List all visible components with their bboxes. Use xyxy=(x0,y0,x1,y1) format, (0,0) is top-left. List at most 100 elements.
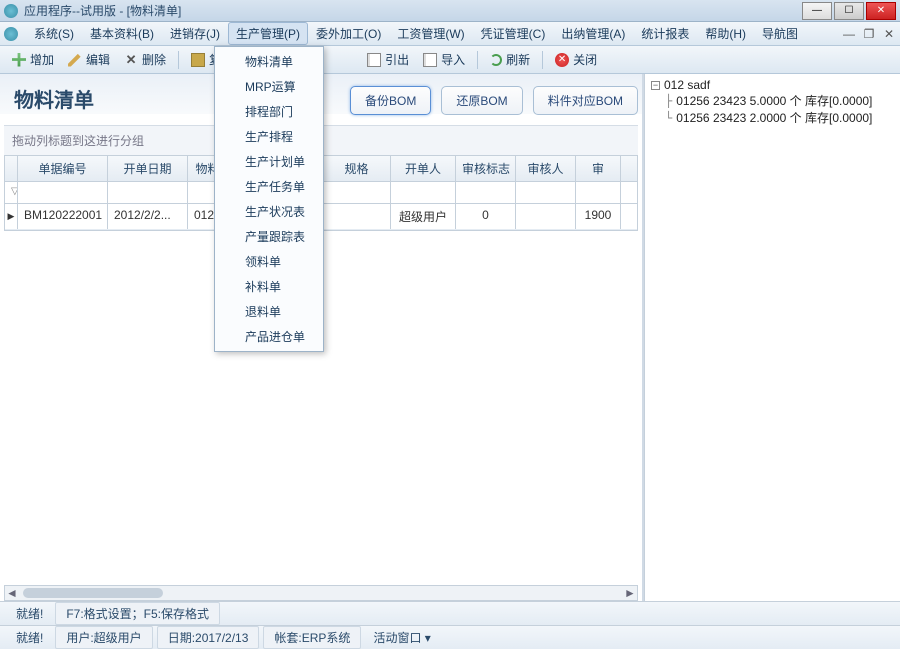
plus-icon xyxy=(12,53,26,67)
restore-bom-button[interactable]: 还原BOM xyxy=(441,86,522,115)
dd-schedule-dept[interactable]: 排程部门 xyxy=(215,99,323,124)
filter-icon[interactable]: ▽ xyxy=(5,182,18,203)
status-user: 用户:超级用户 xyxy=(55,626,152,649)
menu-wage[interactable]: 工资管理(W) xyxy=(389,22,472,45)
bom-button-row: 备份BOM 还原BOM 料件对应BOM xyxy=(350,86,638,115)
backup-bom-button[interactable]: 备份BOM xyxy=(350,86,431,115)
export-button[interactable]: 引出 xyxy=(361,48,415,71)
menu-help[interactable]: 帮助(H) xyxy=(697,22,754,45)
dd-bom[interactable]: 物料清单 xyxy=(215,49,323,74)
toolbar: 增加 编辑 ✕删除 复制 引出 导入 刷新 ✕关闭 xyxy=(0,46,900,74)
dd-replenish[interactable]: 补料单 xyxy=(215,274,323,299)
import-label: 导入 xyxy=(441,51,465,68)
add-label: 增加 xyxy=(30,51,54,68)
menu-cashier[interactable]: 出纳管理(A) xyxy=(553,22,633,45)
menu-nav[interactable]: 导航图 xyxy=(754,22,806,45)
scroll-left-icon[interactable]: ◄ xyxy=(5,586,19,600)
scroll-right-icon[interactable]: ► xyxy=(623,586,637,600)
dd-yield-track[interactable]: 产量跟踪表 xyxy=(215,224,323,249)
col-auditor[interactable]: 审核人 xyxy=(516,156,576,181)
app-icon xyxy=(4,4,18,18)
tree-root[interactable]: − 012 sadf xyxy=(651,78,894,92)
cell-date: 2012/2/2... xyxy=(108,204,188,229)
menu-production[interactable]: 生产管理(P) xyxy=(228,22,308,45)
dd-picking[interactable]: 领料单 xyxy=(215,249,323,274)
dd-prod-status[interactable]: 生产状况表 xyxy=(215,199,323,224)
cell-auditor xyxy=(516,204,576,229)
col-spec[interactable]: 规格 xyxy=(323,156,391,181)
mdi-restore-icon[interactable]: ❐ xyxy=(862,27,876,41)
tree-item[interactable]: ├ 01256 23423 5.0000 个 库存[0.0000] xyxy=(651,92,894,109)
status-ready: 就绪! xyxy=(8,603,51,624)
mdi-close-icon[interactable]: ✕ xyxy=(882,27,896,41)
filter-audit[interactable] xyxy=(576,182,621,203)
menu-voucher[interactable]: 凭证管理(C) xyxy=(473,22,554,45)
menu-outsource[interactable]: 委外加工(O) xyxy=(308,22,389,45)
page-icon xyxy=(423,53,437,67)
restore-button[interactable]: ☐ xyxy=(834,2,864,20)
toolbar-separator xyxy=(542,51,543,69)
tree-connector-icon: ├ xyxy=(665,94,672,108)
content-area: 物料清单 备份BOM 还原BOM 料件对应BOM 拖动列标题到这进行分组 单据编… xyxy=(0,74,900,601)
filter-spec[interactable] xyxy=(323,182,391,203)
tree-pane: − 012 sadf ├ 01256 23423 5.0000 个 库存[0.0… xyxy=(644,74,900,601)
delete-button[interactable]: ✕ 删除 xyxy=(118,48,172,71)
minimize-button[interactable]: — xyxy=(802,2,832,20)
dd-prod-task[interactable]: 生产任务单 xyxy=(215,174,323,199)
filter-auditor[interactable] xyxy=(516,182,576,203)
menu-basic-data[interactable]: 基本资料(B) xyxy=(82,22,162,45)
refresh-button[interactable]: 刷新 xyxy=(484,48,536,71)
edit-label: 编辑 xyxy=(86,51,110,68)
delete-label: 删除 xyxy=(142,51,166,68)
menu-reports[interactable]: 统计报表 xyxy=(633,22,697,45)
menu-inventory[interactable]: 进销存(J) xyxy=(162,22,228,45)
close-tool-button[interactable]: ✕关闭 xyxy=(549,48,603,71)
close-label: 关闭 xyxy=(573,51,597,68)
dd-prod-schedule[interactable]: 生产排程 xyxy=(215,124,323,149)
status-date: 日期:2017/2/13 xyxy=(157,626,260,649)
menu-icon xyxy=(4,27,18,41)
horizontal-scrollbar[interactable]: ◄ ► xyxy=(4,585,638,601)
col-bill-no[interactable]: 单据编号 xyxy=(18,156,108,181)
cell-audit-flag: 0 xyxy=(456,204,516,229)
tree-item-label: 01256 23423 2.0000 个 库存[0.0000] xyxy=(676,109,872,126)
row-handle-header xyxy=(5,156,18,181)
close-button[interactable]: ✕ xyxy=(866,2,896,20)
toolbar-separator xyxy=(477,51,478,69)
col-date[interactable]: 开单日期 xyxy=(108,156,188,181)
scroll-thumb[interactable] xyxy=(23,588,163,598)
filter-audit-flag[interactable] xyxy=(456,182,516,203)
import-button[interactable]: 导入 xyxy=(417,48,471,71)
dd-prod-plan[interactable]: 生产计划单 xyxy=(215,149,323,174)
match-bom-button[interactable]: 料件对应BOM xyxy=(533,86,638,115)
add-button[interactable]: 增加 xyxy=(6,48,60,71)
tree-item-label: 01256 23423 5.0000 个 库存[0.0000] xyxy=(676,92,872,109)
tree-item[interactable]: └ 01256 23423 2.0000 个 库存[0.0000] xyxy=(651,109,894,126)
edit-button[interactable]: 编辑 xyxy=(62,48,116,71)
status-ready-2: 就绪! xyxy=(8,627,51,648)
export-label: 引出 xyxy=(385,51,409,68)
cell-creator: 超级用户 xyxy=(391,204,456,229)
status-hint: F7:格式设置；F5:保存格式 xyxy=(55,602,220,625)
col-audit-flag[interactable]: 审核标志 xyxy=(456,156,516,181)
mdi-controls: — ❐ ✕ xyxy=(842,27,896,41)
dd-mrp[interactable]: MRP运算 xyxy=(215,74,323,99)
status-bars: 就绪! F7:格式设置；F5:保存格式 就绪! 用户:超级用户 日期:2017/… xyxy=(0,601,900,649)
collapse-icon[interactable]: − xyxy=(651,81,660,90)
status-account: 帐套:ERP系统 xyxy=(263,626,361,649)
status-bar-upper: 就绪! F7:格式设置；F5:保存格式 xyxy=(0,601,900,625)
filter-date[interactable] xyxy=(108,182,188,203)
col-creator[interactable]: 开单人 xyxy=(391,156,456,181)
page-icon xyxy=(367,53,381,67)
filter-creator[interactable] xyxy=(391,182,456,203)
x-icon: ✕ xyxy=(124,53,138,67)
menu-bar: 系统(S) 基本资料(B) 进销存(J) 生产管理(P) 委外加工(O) 工资管… xyxy=(0,22,900,46)
status-active-window[interactable]: 活动窗口 ▾ xyxy=(365,627,438,648)
menu-system[interactable]: 系统(S) xyxy=(26,22,82,45)
dd-warehouse-in[interactable]: 产品进仓单 xyxy=(215,324,323,349)
filter-bill-no[interactable] xyxy=(18,182,108,203)
production-dropdown: 物料清单 MRP运算 排程部门 生产排程 生产计划单 生产任务单 生产状况表 产… xyxy=(214,46,324,352)
mdi-minimize-icon[interactable]: — xyxy=(842,27,856,41)
dd-return[interactable]: 退料单 xyxy=(215,299,323,324)
col-audit[interactable]: 审 xyxy=(576,156,621,181)
